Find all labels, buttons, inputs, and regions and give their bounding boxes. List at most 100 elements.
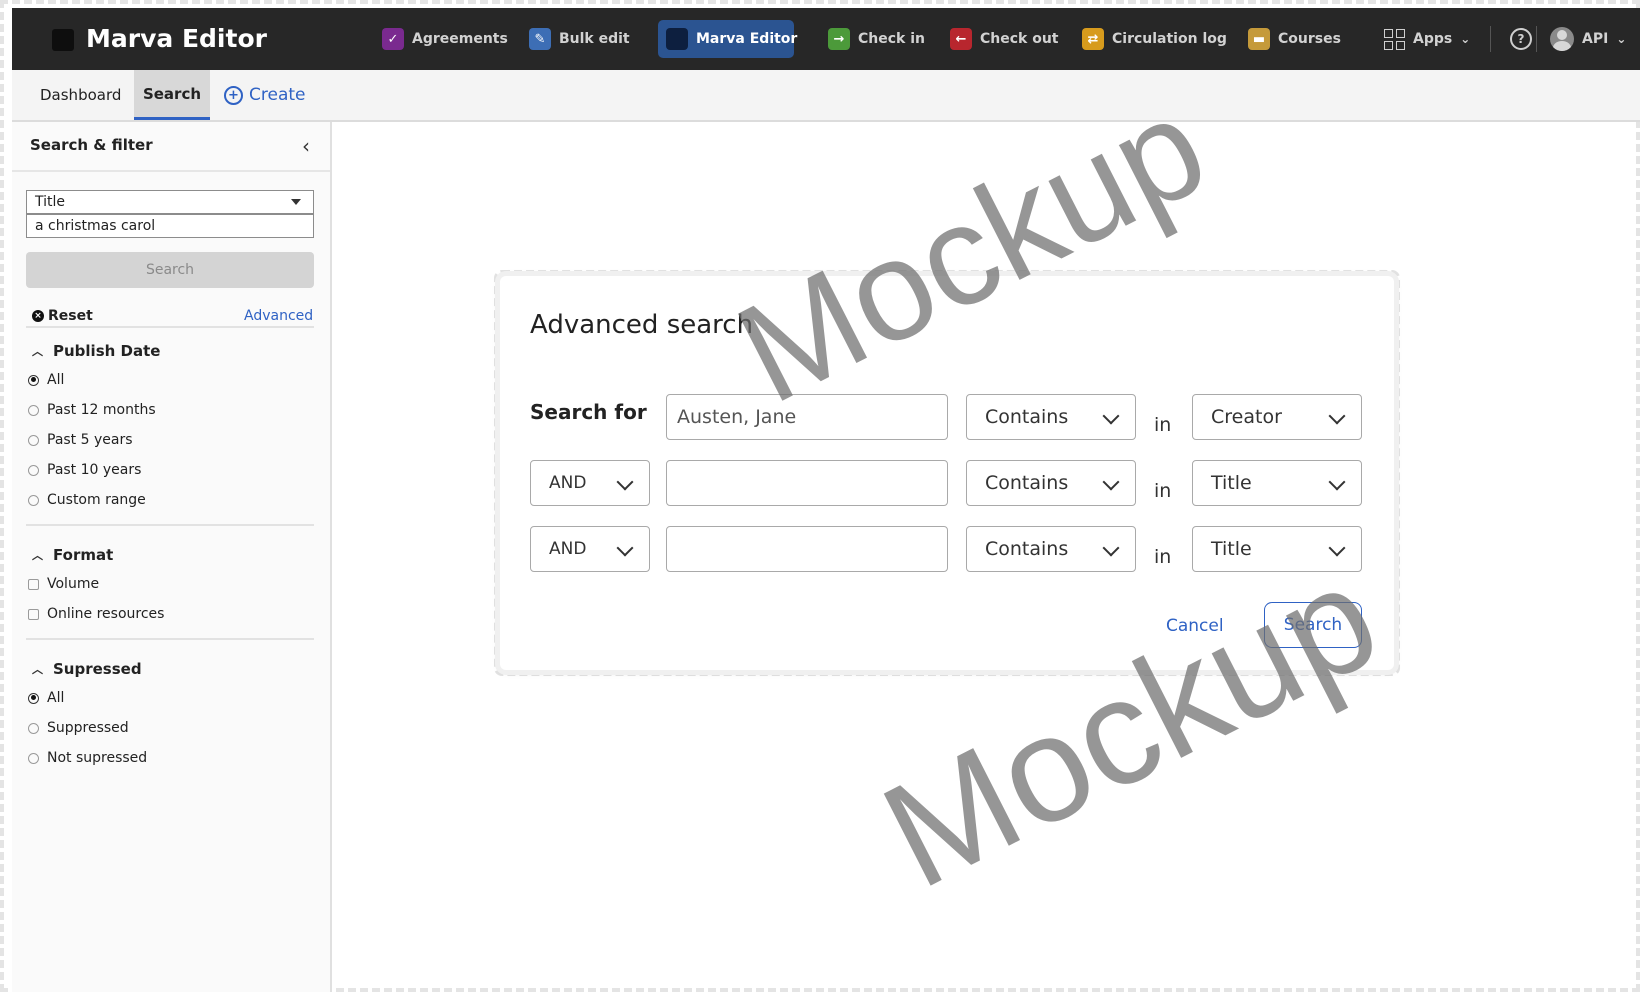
- format-option[interactable]: Online resources: [28, 606, 164, 622]
- search-field-select[interactable]: Title: [1192, 526, 1362, 572]
- publish-date-option[interactable]: Past 5 years: [28, 432, 133, 448]
- search-term-input[interactable]: [666, 460, 948, 506]
- nav-courses[interactable]: ▬ Courses: [1240, 20, 1349, 58]
- match-type-select[interactable]: Contains: [966, 394, 1136, 440]
- match-type-value: Contains: [985, 406, 1069, 428]
- chevron-down-icon: ⌄: [1460, 32, 1471, 46]
- create-button[interactable]: + Create: [224, 70, 306, 120]
- boolean-operator-select[interactable]: AND: [530, 460, 650, 506]
- search-field-select[interactable]: Creator: [1192, 394, 1362, 440]
- format-toggle[interactable]: ︿ Format: [32, 546, 113, 564]
- format-option[interactable]: Volume: [28, 576, 99, 592]
- sidebar-title: Search & filter: [30, 136, 153, 154]
- radio[interactable]: [28, 464, 39, 476]
- search-field-select[interactable]: Title: [1192, 460, 1362, 506]
- sidebar-search-button[interactable]: Search: [26, 252, 314, 288]
- advanced-search-button[interactable]: Search: [1264, 602, 1362, 648]
- publish-date-option[interactable]: Past 10 years: [28, 462, 141, 478]
- publish-date-option[interactable]: Custom range: [28, 492, 146, 508]
- nav-bulk-edit[interactable]: ✎ Bulk edit: [521, 20, 638, 58]
- option-label: Custom range: [47, 492, 146, 508]
- reset-label: Reset: [48, 308, 93, 324]
- search-query-input[interactable]: a christmas carol: [26, 214, 314, 238]
- apps-label: Apps: [1413, 31, 1453, 47]
- nav-label: Agreements: [412, 31, 508, 47]
- in-label: in: [1154, 414, 1172, 436]
- radio-selected[interactable]: [28, 692, 39, 704]
- nav-label: Check in: [858, 31, 925, 47]
- option-label: Past 12 months: [47, 402, 156, 418]
- tab-search[interactable]: Search: [134, 70, 210, 120]
- create-label: Create: [249, 85, 306, 105]
- nav-check-in[interactable]: → Check in: [820, 20, 933, 58]
- chevron-up-icon: ︿: [32, 549, 43, 562]
- radio-selected[interactable]: [28, 374, 39, 386]
- reset-icon: ×: [32, 310, 44, 322]
- nav-marva-editor[interactable]: Marva Editor: [658, 20, 798, 58]
- suppressed-option[interactable]: All: [28, 690, 64, 706]
- chevron-down-icon: [616, 539, 634, 557]
- divider: [26, 524, 314, 526]
- chevron-up-icon: ︿: [32, 345, 43, 358]
- option-label: All: [47, 690, 65, 706]
- user-menu-button[interactable]: API ⌄: [1542, 20, 1634, 58]
- divider: [26, 326, 314, 328]
- nav-circulation-log[interactable]: ⇄ Circulation log: [1074, 20, 1235, 58]
- agreements-icon: ✓: [382, 28, 404, 50]
- chevron-down-icon: [1328, 407, 1346, 425]
- sidebar-search-label: Search: [145, 262, 195, 278]
- search-field-value: Title: [1211, 538, 1252, 560]
- search-field-select[interactable]: Title: [26, 190, 314, 214]
- publish-date-option[interactable]: All: [28, 372, 64, 388]
- option-label: Past 5 years: [47, 432, 133, 448]
- nav-label: Circulation log: [1112, 31, 1227, 47]
- boolean-operator-select[interactable]: AND: [530, 526, 650, 572]
- app-logo-icon: [52, 29, 74, 51]
- radio[interactable]: [28, 404, 39, 416]
- option-label: Suppressed: [47, 720, 129, 736]
- tab-label: Dashboard: [40, 86, 122, 104]
- user-label: API: [1582, 31, 1609, 47]
- publish-date-toggle[interactable]: ︿ Publish Date: [32, 342, 160, 360]
- nav-agreements[interactable]: ✓ Agreements: [374, 20, 516, 58]
- chevron-left-icon[interactable]: ‹: [302, 134, 310, 158]
- suppressed-toggle[interactable]: ︿ Supressed: [32, 660, 142, 678]
- sub-navigation-bar: Dashboard Search + Create: [12, 70, 1640, 122]
- marva-editor-icon: [666, 28, 688, 50]
- tab-label: Search: [142, 84, 202, 103]
- match-type-value: Contains: [985, 472, 1069, 494]
- radio[interactable]: [28, 722, 39, 734]
- option-label: Not supressed: [47, 750, 148, 766]
- checkbox[interactable]: [28, 608, 39, 620]
- nav-separator: [1490, 26, 1491, 52]
- reset-button[interactable]: × Reset: [32, 308, 93, 324]
- checkbox[interactable]: [28, 578, 39, 590]
- advanced-link[interactable]: Advanced: [244, 308, 313, 324]
- tab-dashboard[interactable]: Dashboard: [40, 70, 121, 120]
- chevron-down-icon: [1328, 473, 1346, 491]
- search-term-input[interactable]: [666, 526, 948, 572]
- suppressed-option[interactable]: Not supressed: [28, 750, 147, 766]
- match-type-select[interactable]: Contains: [966, 460, 1136, 506]
- help-icon: ?: [1510, 28, 1532, 50]
- search-query-value: a christmas carol: [35, 218, 156, 234]
- publish-date-option[interactable]: Past 12 months: [28, 402, 156, 418]
- suppressed-option[interactable]: Suppressed: [28, 720, 129, 736]
- advanced-search-modal: Advanced search Search for Austen, Jane …: [500, 276, 1394, 670]
- match-type-select[interactable]: Contains: [966, 526, 1136, 572]
- nav-check-out[interactable]: ← Check out: [942, 20, 1067, 58]
- help-button[interactable]: ?: [1502, 20, 1540, 58]
- cancel-button[interactable]: Cancel: [1166, 616, 1224, 636]
- group-title: Supressed: [53, 660, 142, 678]
- radio[interactable]: [28, 434, 39, 446]
- nav-label: Marva Editor: [696, 31, 798, 47]
- search-term-input[interactable]: Austen, Jane: [666, 394, 948, 440]
- search-for-label: Search for: [530, 400, 647, 424]
- operator-value: AND: [549, 539, 587, 559]
- check-in-icon: →: [828, 28, 850, 50]
- match-type-value: Contains: [985, 538, 1069, 560]
- radio[interactable]: [28, 752, 39, 764]
- radio[interactable]: [28, 494, 39, 506]
- apps-menu-button[interactable]: Apps ⌄: [1376, 20, 1478, 58]
- divider: [26, 638, 314, 640]
